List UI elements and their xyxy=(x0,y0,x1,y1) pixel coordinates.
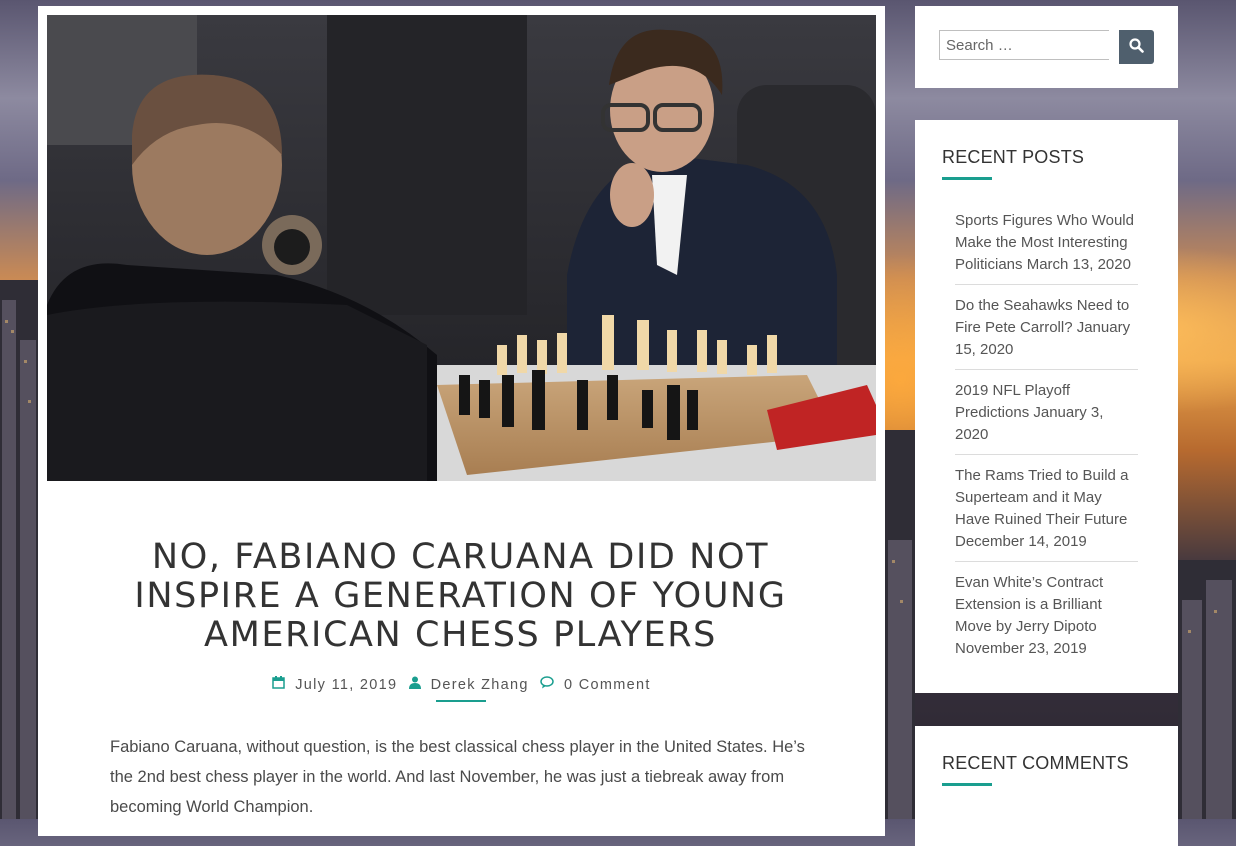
meta-divider xyxy=(436,700,486,702)
post-meta: July 11, 2019 Derek Zhang 0 Comment xyxy=(38,676,885,693)
list-item: Sports Figures Who Would Make the Most I… xyxy=(955,209,1138,285)
calendar-icon xyxy=(272,676,290,692)
post-date-item[interactable]: July 11, 2019 xyxy=(272,676,402,693)
search-widget xyxy=(915,6,1178,88)
recent-posts-widget: RECENT POSTS Sports Figures Who Would Ma… xyxy=(915,120,1178,693)
search-icon xyxy=(1129,38,1144,56)
recent-post-link[interactable]: The Rams Tried to Build a Superteam and … xyxy=(955,467,1128,528)
post-author: Derek Zhang xyxy=(430,677,529,693)
recent-post-date: March 13, 2020 xyxy=(1026,256,1131,273)
widget-title-underline xyxy=(942,177,992,180)
post-title[interactable]: NO, FABIANO CARUANA DID NOT INSPIRE A GE… xyxy=(108,538,813,655)
list-item: Do the Seahawks Need to Fire Pete Carrol… xyxy=(955,294,1138,370)
recent-post-date: December 14, 2019 xyxy=(955,533,1087,550)
comment-icon xyxy=(540,676,559,692)
post-author-item[interactable]: Derek Zhang xyxy=(408,676,534,693)
user-icon xyxy=(408,676,426,692)
post-featured-image[interactable] xyxy=(47,15,876,481)
recent-comments-title: RECENT COMMENTS xyxy=(942,753,1129,773)
recent-comments-widget: RECENT COMMENTS xyxy=(915,726,1178,846)
post-comments: 0 Comment xyxy=(564,677,651,693)
post-card: NO, FABIANO CARUANA DID NOT INSPIRE A GE… xyxy=(38,6,885,836)
recent-posts-title: RECENT POSTS xyxy=(942,147,1085,167)
post-excerpt: Fabiano Caruana, without question, is th… xyxy=(110,738,805,816)
recent-post-link[interactable]: Evan White’s Contract Extension is a Bri… xyxy=(955,574,1103,635)
recent-posts-list: Sports Figures Who Would Make the Most I… xyxy=(955,209,1138,677)
search-input[interactable] xyxy=(939,30,1109,60)
chess-match-photo xyxy=(47,15,876,481)
post-date: July 11, 2019 xyxy=(295,677,398,693)
list-item: Evan White’s Contract Extension is a Bri… xyxy=(955,571,1138,668)
search-button[interactable] xyxy=(1119,30,1154,64)
post-comments-item[interactable]: 0 Comment xyxy=(540,676,651,693)
widget-title-underline xyxy=(942,783,992,786)
list-item: 2019 NFL Playoff Predictions January 3, … xyxy=(955,379,1138,455)
recent-post-date: November 23, 2019 xyxy=(955,640,1087,657)
list-item: The Rams Tried to Build a Superteam and … xyxy=(955,464,1138,562)
